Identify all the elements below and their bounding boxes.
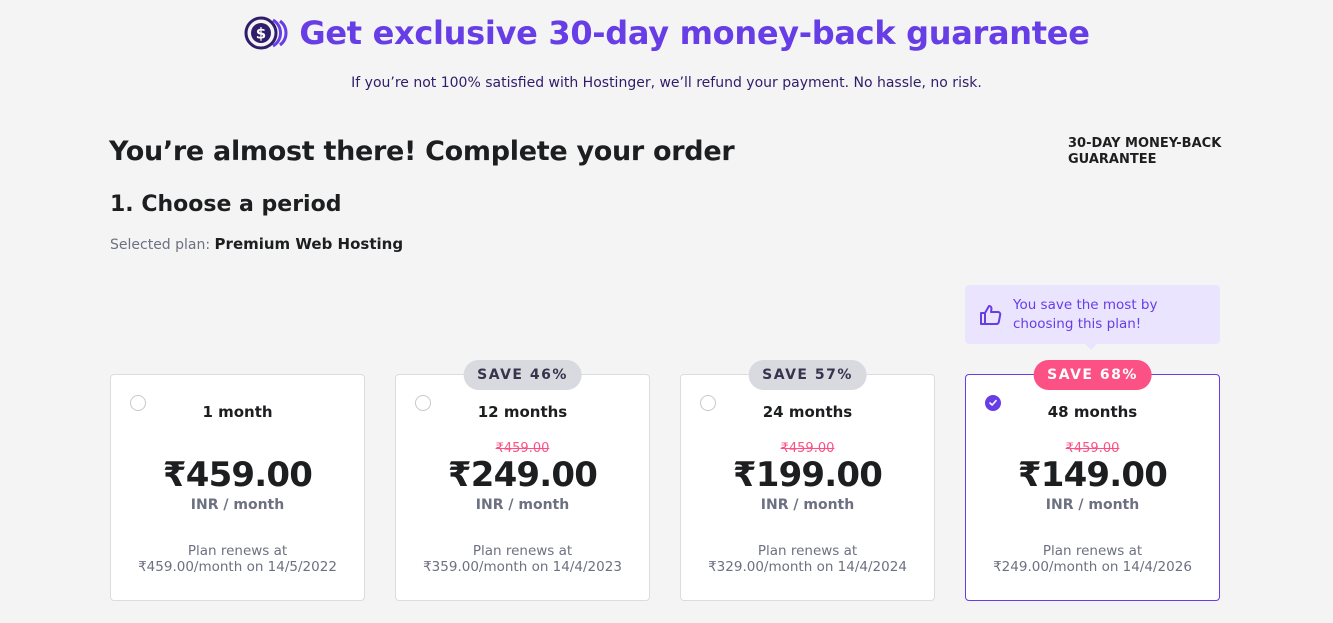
plan-period: 12 months bbox=[477, 403, 568, 421]
plan-price-unit: INR / month bbox=[760, 497, 855, 513]
save-badge: SAVE 68% bbox=[1033, 360, 1152, 390]
banner-subtitle: If you’re not 100% satisfied with Hostin… bbox=[351, 75, 982, 91]
plan-old-price: ₹459.00 bbox=[495, 441, 550, 456]
renewal-line-1: Plan renews at bbox=[472, 543, 573, 559]
plan-price: ₹149.00 bbox=[1017, 455, 1168, 495]
banner-title: Get exclusive 30-day money-back guarante… bbox=[299, 14, 1090, 52]
plan-renewal: Plan renews at ₹359.00/month on 14/4/202… bbox=[396, 543, 649, 575]
plan-renewal: Plan renews at ₹459.00/month on 14/5/202… bbox=[111, 543, 364, 575]
page-title: You’re almost there! Complete your order bbox=[109, 136, 735, 167]
tooltip-text: You save the most by choosing this plan! bbox=[1013, 296, 1158, 332]
plan-price-unit: INR / month bbox=[190, 497, 285, 513]
best-value-tooltip: You save the most by choosing this plan! bbox=[965, 285, 1220, 350]
selected-plan-value: Premium Web Hosting bbox=[214, 235, 404, 253]
plan-price: ₹199.00 bbox=[732, 455, 883, 495]
plan-card-1-month[interactable]: 1 month ₹459.00 INR / month Plan renews … bbox=[110, 374, 365, 601]
plan-renewal: Plan renews at ₹329.00/month on 14/4/202… bbox=[681, 543, 934, 575]
selected-plan-label: Selected plan: bbox=[110, 237, 211, 253]
plan-period: 24 months bbox=[762, 403, 853, 421]
guarantee-banner: $ Get exclusive 30-day money-back guaran… bbox=[0, 14, 1333, 52]
renewal-line-1: Plan renews at bbox=[1042, 543, 1143, 559]
plan-card-12-months[interactable]: SAVE 46% 12 months ₹459.00 ₹249.00 INR /… bbox=[395, 360, 650, 601]
plan-old-price: ₹459.00 bbox=[1065, 441, 1120, 456]
guarantee-label: 30-DAY MONEY-BACK GUARANTEE bbox=[1068, 136, 1222, 167]
plan-period: 1 month bbox=[202, 403, 273, 421]
renewal-line-1: Plan renews at bbox=[757, 543, 858, 559]
renewal-line-2: ₹459.00/month on 14/5/2022 bbox=[138, 559, 337, 575]
plan-price-unit: INR / month bbox=[1045, 497, 1140, 513]
renewal-line-2: ₹249.00/month on 14/4/2026 bbox=[993, 559, 1192, 575]
plan-price: ₹249.00 bbox=[447, 455, 598, 495]
plan-card-48-months[interactable]: SAVE 68% 48 months ₹459.00 ₹149.00 INR /… bbox=[965, 360, 1220, 601]
plan-renewal: Plan renews at ₹249.00/month on 14/4/202… bbox=[966, 543, 1219, 575]
selected-plan: Selected plan: Premium Web Hosting bbox=[110, 235, 403, 253]
plan-price-unit: INR / month bbox=[475, 497, 570, 513]
renewal-line-2: ₹329.00/month on 14/4/2024 bbox=[708, 559, 907, 575]
renewal-line-1: Plan renews at bbox=[187, 543, 288, 559]
plan-period: 48 months bbox=[1047, 403, 1138, 421]
renewal-line-2: ₹359.00/month on 14/4/2023 bbox=[423, 559, 622, 575]
svg-text:$: $ bbox=[256, 25, 266, 43]
money-back-coin-icon: $ bbox=[243, 15, 291, 51]
plan-card-24-months[interactable]: SAVE 57% 24 months ₹459.00 ₹199.00 INR /… bbox=[680, 360, 935, 601]
save-badge: SAVE 57% bbox=[748, 360, 867, 390]
thumbs-up-icon bbox=[979, 303, 1003, 327]
save-badge: SAVE 46% bbox=[463, 360, 582, 390]
plan-old-price: ₹459.00 bbox=[780, 441, 835, 456]
plan-price: ₹459.00 bbox=[162, 455, 313, 495]
step-title: 1. Choose a period bbox=[110, 192, 342, 217]
